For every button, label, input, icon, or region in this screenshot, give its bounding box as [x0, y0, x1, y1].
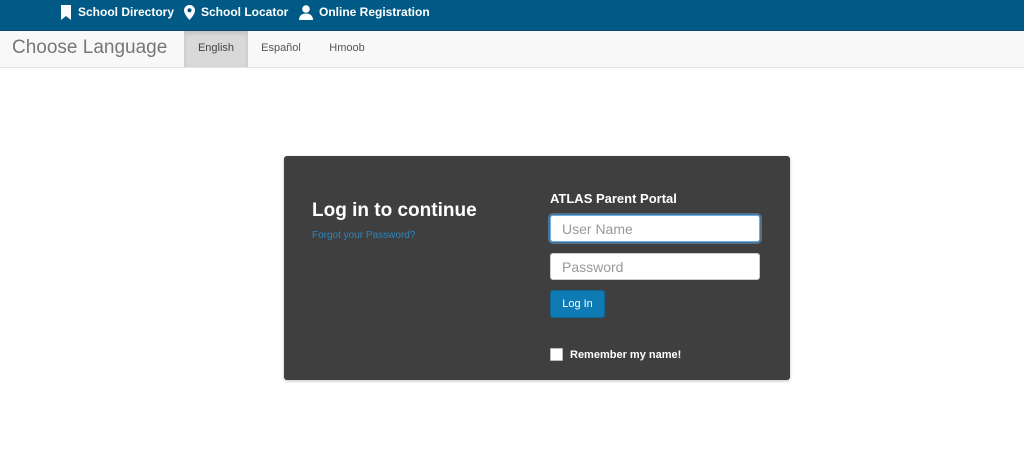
- language-bar: Choose Language English Español Hmoob: [0, 31, 1024, 68]
- password-input[interactable]: [550, 253, 760, 280]
- nav-online-registration-label: Online Registration: [319, 5, 430, 19]
- login-button[interactable]: Log In: [550, 290, 605, 318]
- username-input[interactable]: [550, 215, 760, 242]
- nav-online-registration[interactable]: Online Registration: [299, 0, 430, 24]
- user-icon: [299, 4, 313, 20]
- remember-me-checkbox[interactable]: Remember my name!: [550, 348, 681, 361]
- language-tab-espanol[interactable]: Español: [248, 31, 314, 67]
- top-navigation-bar: School Directory School Locator Online R…: [0, 0, 1024, 31]
- bookmark-icon: [61, 4, 71, 20]
- choose-language-title: Choose Language: [12, 37, 168, 58]
- nav-school-locator-label: School Locator: [201, 5, 289, 19]
- map-pin-icon: [184, 4, 195, 20]
- checkbox-box[interactable]: [550, 348, 563, 361]
- login-heading: Log in to continue: [312, 200, 477, 221]
- language-tab-english[interactable]: English: [184, 31, 248, 67]
- login-panel: Log in to continue Forgot your Password?…: [284, 156, 790, 380]
- portal-title: ATLAS Parent Portal: [550, 191, 677, 206]
- nav-school-directory-label: School Directory: [78, 5, 175, 19]
- nav-school-directory[interactable]: School Directory: [60, 0, 174, 24]
- nav-school-locator[interactable]: School Locator: [184, 0, 288, 24]
- forgot-password-link[interactable]: Forgot your Password?: [312, 230, 415, 241]
- remember-me-label: Remember my name!: [570, 348, 682, 361]
- language-tab-hmoob[interactable]: Hmoob: [314, 31, 380, 67]
